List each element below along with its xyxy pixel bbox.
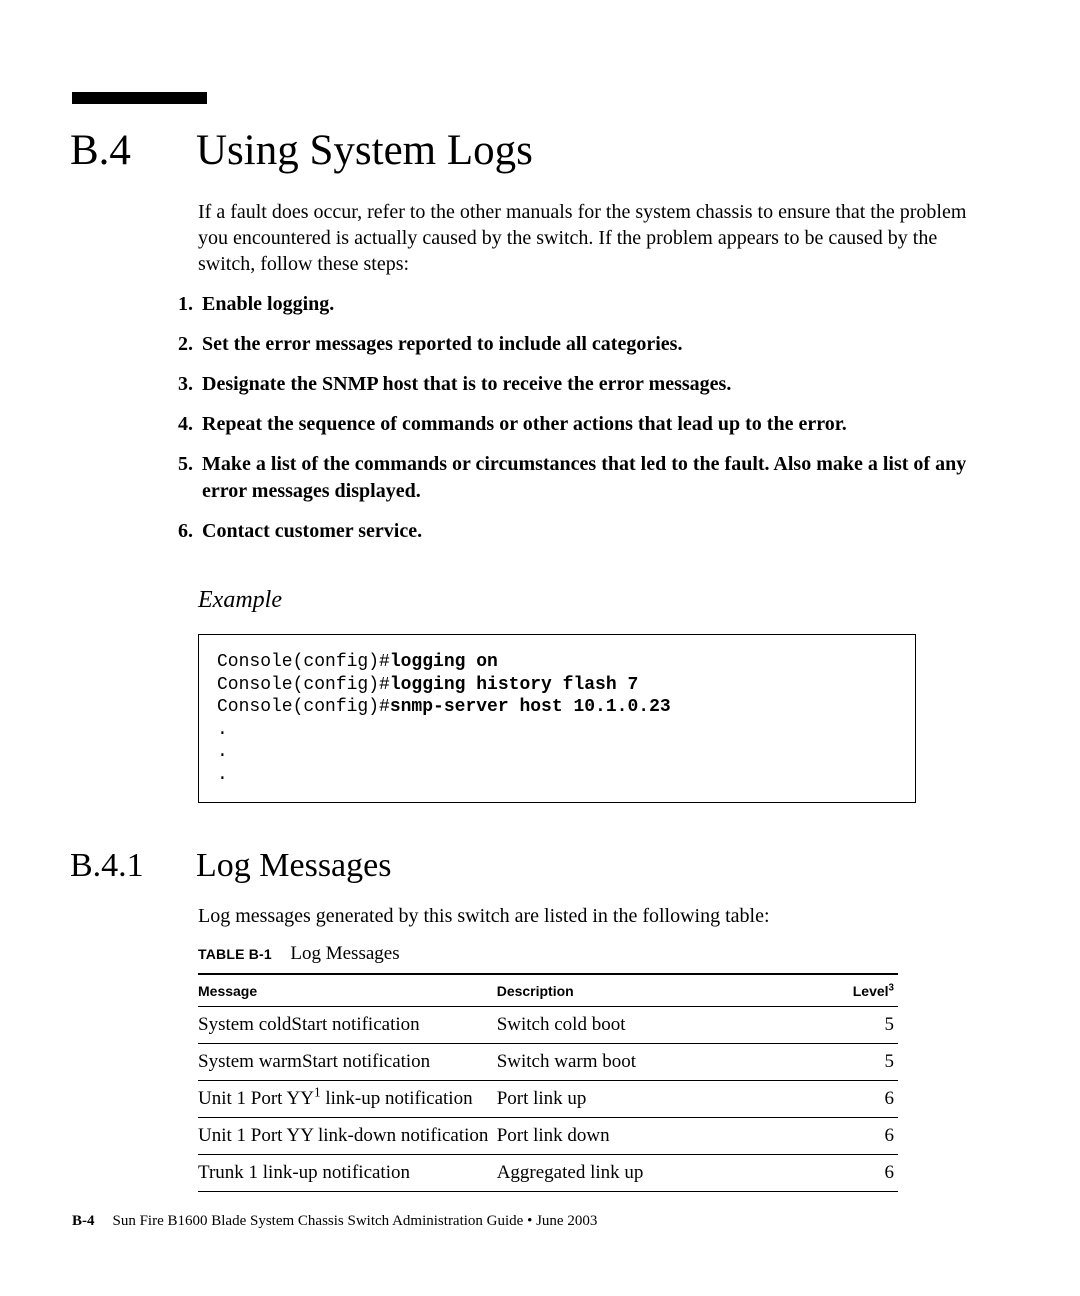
code-ellipsis: . — [217, 741, 897, 764]
table-row: System warmStart notification Switch war… — [198, 1044, 898, 1081]
code-line: Console(config)#snmp-server host 10.1.0.… — [217, 696, 897, 719]
cell-message: Unit 1 Port YY link-down notification — [198, 1118, 497, 1155]
col-description: Description — [497, 974, 796, 1007]
intro-paragraph: If a fault does occur, refer to the othe… — [198, 199, 992, 277]
page-footer: B-4 Sun Fire B1600 Blade System Chassis … — [72, 1213, 597, 1230]
cell-level: 6 — [795, 1081, 898, 1118]
example-heading: Example — [198, 587, 992, 614]
steps-list: Enable logging. Set the error messages r… — [178, 291, 992, 545]
code-prompt: Console(config)# — [217, 697, 390, 717]
col-level-note: 3 — [889, 982, 894, 993]
step-item: Make a list of the commands or circumsta… — [178, 451, 992, 505]
subsection-intro: Log messages generated by this switch ar… — [198, 903, 992, 929]
example-block: Example Console(config)#logging on Conso… — [198, 587, 992, 803]
table-row: Unit 1 Port YY1 link-up notification Por… — [198, 1081, 898, 1118]
table-caption-label: TABLE B-1 — [198, 946, 272, 962]
code-example: Console(config)#logging on Console(confi… — [198, 634, 916, 803]
table-caption-text: Log Messages — [290, 943, 399, 964]
page-number: B-4 — [72, 1213, 95, 1230]
cell-message-head: Unit 1 Port YY — [198, 1088, 314, 1109]
step-item: Enable logging. — [178, 291, 992, 318]
subheading-title: Log Messages — [196, 847, 391, 885]
cell-description: Switch warm boot — [497, 1044, 796, 1081]
heading-b41: B.4.1 Log Messages — [88, 847, 992, 885]
cell-description: Port link down — [497, 1118, 796, 1155]
col-level-text: Level — [853, 983, 889, 999]
table-row: Unit 1 Port YY link-down notification Po… — [198, 1118, 898, 1155]
cell-level: 5 — [795, 1044, 898, 1081]
step-item: Repeat the sequence of commands or other… — [178, 411, 992, 438]
code-command: snmp-server host 10.1.0.23 — [390, 697, 671, 717]
subsection-body: Log messages generated by this switch ar… — [198, 903, 992, 1192]
log-messages-table: Message Description Level3 System coldSt… — [198, 973, 898, 1192]
cell-message: System coldStart notification — [198, 1007, 497, 1044]
code-ellipsis: . — [217, 764, 897, 787]
heading-b4: B.4 Using System Logs — [88, 126, 992, 175]
table-row: Trunk 1 link-up notification Aggregated … — [198, 1155, 898, 1192]
step-item: Designate the SNMP host that is to recei… — [178, 371, 992, 398]
cell-description: Port link up — [497, 1081, 796, 1118]
page: B.4 Using System Logs If a fault does oc… — [0, 0, 1080, 1296]
step-item: Contact customer service. — [178, 518, 992, 545]
footer-text: Sun Fire B1600 Blade System Chassis Swit… — [113, 1213, 598, 1230]
code-prompt: Console(config)# — [217, 675, 390, 695]
cell-message: Trunk 1 link-up notification — [198, 1155, 497, 1192]
heading-number: B.4 — [70, 126, 196, 175]
subheading-number: B.4.1 — [70, 847, 196, 885]
code-line: Console(config)#logging on — [217, 651, 897, 674]
table-row: System coldStart notification Switch col… — [198, 1007, 898, 1044]
cell-description: Switch cold boot — [497, 1007, 796, 1044]
cell-message-tail: link-up notification — [321, 1088, 473, 1109]
cell-message: Unit 1 Port YY1 link-up notification — [198, 1081, 497, 1118]
table-caption: TABLE B-1 Log Messages — [198, 943, 992, 965]
cell-message-sup: 1 — [314, 1085, 321, 1100]
step-item: Set the error messages reported to inclu… — [178, 331, 992, 358]
col-level: Level3 — [795, 974, 898, 1007]
section-rule — [72, 92, 207, 104]
col-message: Message — [198, 974, 497, 1007]
cell-level: 5 — [795, 1007, 898, 1044]
heading-title: Using System Logs — [196, 126, 533, 175]
code-ellipsis: . — [217, 719, 897, 742]
code-command: logging history flash 7 — [390, 675, 638, 695]
cell-level: 6 — [795, 1155, 898, 1192]
cell-description: Aggregated link up — [497, 1155, 796, 1192]
table-header-row: Message Description Level3 — [198, 974, 898, 1007]
code-command: logging on — [390, 652, 498, 672]
cell-level: 6 — [795, 1118, 898, 1155]
cell-message: System warmStart notification — [198, 1044, 497, 1081]
code-prompt: Console(config)# — [217, 652, 390, 672]
section-body: If a fault does occur, refer to the othe… — [198, 199, 992, 277]
code-line: Console(config)#logging history flash 7 — [217, 674, 897, 697]
